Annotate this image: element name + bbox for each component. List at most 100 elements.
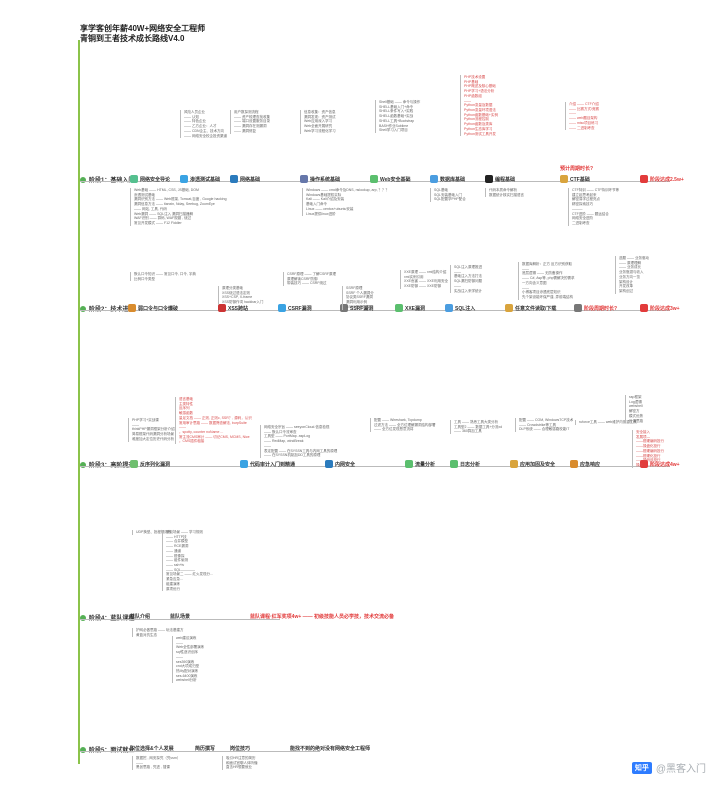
topic-chip-icon — [325, 460, 333, 468]
detail-cluster: PHP学习+实战课——thinkPHP漏洞框架分析介绍简易框架代码漏洞分析场景难… — [128, 418, 175, 442]
topic-label: 代码审计入门到精通 — [250, 461, 295, 468]
topic-node: 网络安全导论 — [130, 175, 170, 183]
detail-line: 架构创过 — [619, 289, 649, 294]
zhihu-logo-icon: 知乎 — [632, 762, 652, 774]
detail-cluster: 代码本质命令解析数据统计核实扫描语言 — [485, 188, 524, 197]
detail-cluster: PHP技术设置PHP基础PHP概述及核心基础PHP学习+语法分析PHP函数组——… — [460, 75, 498, 136]
detail-cluster: 风险人员企业—— 认知—— 特色企业—— 乙方企业：人才—— CDN企主、技术方… — [180, 110, 227, 138]
detail-line: DLP系统 —— 合理敏感路校能IT — [519, 427, 573, 432]
topic-chip-icon — [180, 175, 188, 183]
topic-node: 应急响应 — [570, 460, 600, 468]
topic-label: 阶段达成2.5w+ — [650, 176, 684, 183]
detail-cluster: 常见场景 —— 学习规则—— HTTP技—— 合并模型—— RCE漏洞—— 通道… — [162, 530, 213, 591]
topic-chip-icon — [405, 460, 413, 468]
topic-node: 阶段达成3w+ — [640, 304, 680, 312]
topic-label: 蓝队课程·红军奖项4w+ —— 初级技能人员必学技，技术交流必备 — [250, 613, 394, 620]
stage-band: 阶段1：基础入门网络安全导论渗透测试基础网络基础操作系统基础Web安全基础数据库… — [80, 175, 710, 189]
detail-cluster: SQL基础SQL安装基础入门SQL配置学PHP配合 — [430, 188, 466, 202]
detail-cluster: 原理分类基础XSS绕过语法定则XSS+CSP, X-frameXSS防御作词 h… — [218, 286, 263, 305]
detail-cluster: 吸引HR注意的简历和面试官聊人体听懂直击HR想要就业 — [222, 756, 258, 770]
topic-node: 职位选择&个人发展 — [130, 745, 174, 752]
topic-label: 数据库基础 — [440, 176, 465, 183]
topic-node: 反序列化漏洞 — [130, 460, 170, 468]
topic-node: 应用加固及安全 — [510, 460, 555, 468]
topic-label: 应用加固及安全 — [520, 461, 555, 468]
detail-cluster: CSRF原理 —— 了解CSRF原理原理解读CSRF防御带装技巧 —— CSRF… — [283, 272, 336, 286]
detail-cluster: 用户数探测流程—— 资产梳理查找收集—— 端口设置服务目录—— 漏洞存在测漏洞—… — [230, 110, 270, 134]
detail-line: 带装技巧 —— CSRF绕过 — [287, 281, 336, 286]
detail-cluster: ssp框架Log逻辑webshell解密方模式优势反调思路 — [625, 395, 643, 423]
watermark-user: @黑客入门 — [656, 760, 706, 775]
detail-line: —— 二进制考查 — [569, 126, 599, 131]
detail-line: 黑创思路 , 究进 , 搜课 — [136, 765, 180, 770]
topic-chip-icon — [574, 304, 582, 312]
detail-cluster: 信息收集：资产信息漏洞发现：资产测试Web应用深入学习Web全面开展研究Web学… — [300, 110, 336, 134]
detail-line: 量足文档 —— 正则, 正则c, SSR？, 源码，认识 — [179, 416, 252, 421]
topic-label: 阶段达成3w+ — [650, 305, 680, 312]
detail-line: ——框硬编码投行 — [636, 449, 664, 454]
stage-label-text: 阶段4：蓝队课程 — [89, 613, 134, 622]
topic-chip-icon — [130, 460, 138, 468]
topic-node: 岗位技巧 — [230, 745, 250, 752]
detail-line: —— 在SYSSN机制加DD工具的原理 — [264, 453, 337, 458]
topic-label: 蓝队介绍 — [130, 613, 150, 620]
topic-node: 日志分析 — [450, 460, 480, 468]
topic-label: 内网安全 — [335, 461, 355, 468]
detail-line: 操库 —— —— — [636, 463, 664, 468]
topic-chip-icon — [240, 460, 248, 468]
diagram-title: 享学客创年薪40W+网络安全工程师 青铜到王者技术成长路线V4.0 — [80, 24, 205, 45]
topic-subnote: 预计周期时长? — [560, 165, 593, 172]
detail-line: Python测试工具开发 — [464, 132, 498, 137]
watermark: 知乎 @黑客入门 — [632, 760, 706, 775]
topic-node: 弱口令与口令爆破 — [128, 304, 178, 312]
stage-label-text: 阶段5：面试就业 — [89, 745, 134, 754]
detail-line: —— 漏洞修复 — [234, 129, 270, 134]
detail-cluster: 数据库解析：正方 反方识别获取——底层逻辑 —— 无防备操作—— C#, Asp… — [518, 262, 575, 300]
topic-chip-icon — [445, 304, 453, 312]
detail-line: webshell分析 — [176, 678, 204, 683]
detail-line: Web学习流程化学习 — [304, 129, 336, 134]
detail-line: 先个架设能环保严谨, 弄前端结构 — [522, 295, 575, 300]
detail-line: SQL配置学PHP配合 — [434, 197, 466, 202]
detail-cluster: 工具 —— 熟悉工具大类分析工具型2 —— 数据工具+分流xd—— 360算加工… — [450, 420, 502, 434]
topic-label: 编程基础 — [495, 176, 515, 183]
detail-cluster: Shell基础 —— 命令与操作SHELL基础入门+命令SHELL条件写入+实践… — [375, 100, 420, 133]
stage-label: 阶段2：技术进阶 — [80, 304, 134, 313]
topic-label: 岗位技巧 — [230, 745, 250, 752]
topic-node: XSS跨站 — [218, 304, 248, 312]
topic-label: 日志分析 — [460, 461, 480, 468]
topic-node: 阶段达成2.5w+ — [640, 175, 684, 183]
detail-cluster: SQL注入原理推进——基础注入方法打法SQL漏扫防御问题——实战注入来学统计 — [450, 265, 482, 293]
topic-label: 职位选择&个人发展 — [130, 745, 174, 752]
detail-cluster: CTF特训 —— CTF特训环节等建立起思考起来解密易学过程亮点精密探索技巧——… — [568, 188, 619, 226]
topic-label: 反序列化漏洞 — [140, 461, 170, 468]
topic-chip-icon — [128, 304, 136, 312]
topic-chip-icon — [130, 175, 138, 183]
topic-label: 弱口令与口令爆破 — [138, 305, 178, 312]
topic-label: 操作系统基础 — [310, 176, 340, 183]
detail-cluster: XXE原理 —— xml结构介绍xml实例引用XXE危害 —— XXE利用安全X… — [400, 270, 448, 289]
stage-label: 阶段5：面试就业 — [80, 745, 134, 754]
topic-label: 阶段周期时长? — [584, 305, 617, 312]
topic-label: XXE漏洞 — [405, 305, 425, 312]
topic-node: 能找不到的绝对没有网络安全工程师 — [290, 745, 370, 752]
topic-node: 数据库基础 — [430, 175, 465, 183]
topic-chip-icon — [560, 175, 568, 183]
topic-chip-icon — [640, 304, 648, 312]
topic-node: CTF基础 — [560, 175, 590, 183]
topic-chip-icon — [218, 304, 226, 312]
detail-line: —— 360算加工具 — [454, 429, 502, 434]
detail-line: SSRF漏洞防御 — [346, 305, 374, 310]
topic-node: 操作系统基础 — [300, 175, 340, 183]
topic-node: 内网安全 — [325, 460, 355, 468]
topic-node: 简历撰写 — [195, 745, 215, 752]
stage-band: 阶段3：高阶提升反序列化漏洞代码审计入门到精通内网安全流量分析日志分析应用加固及… — [80, 460, 710, 474]
topic-chip-icon — [485, 175, 493, 183]
topic-node: Web安全基础 — [370, 175, 410, 183]
detail-line: 模式优势 — [629, 414, 643, 419]
detail-cluster: SSRF原理SSRF 个人漏洞分协议类SSRF漏洞漏洞利用示例SSRF漏洞防御 — [342, 286, 374, 310]
stage-label: 阶段3：高阶提升 — [80, 460, 134, 469]
topic-chip-icon — [430, 175, 438, 183]
topic-label: 简历撰写 — [195, 745, 215, 752]
detail-line: 。CMS插件租接 — [179, 439, 252, 444]
